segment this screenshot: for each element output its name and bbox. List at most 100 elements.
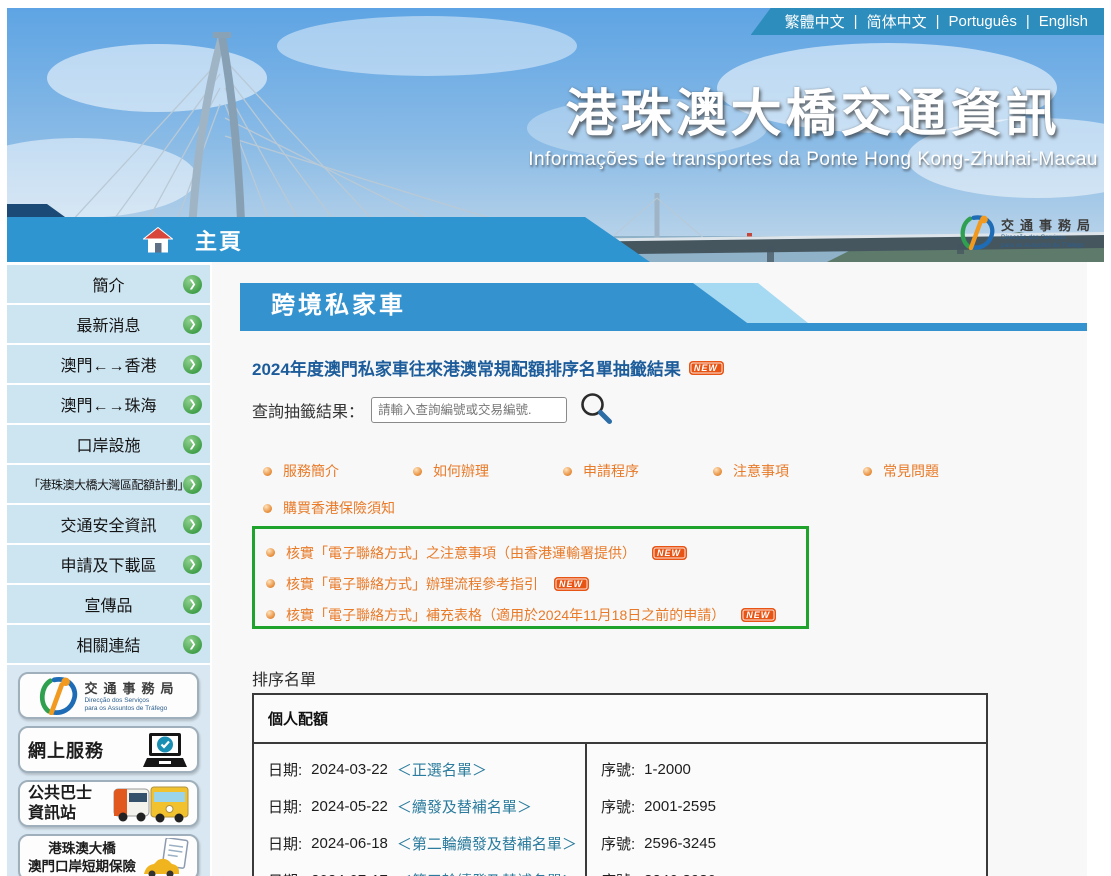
sidebar-item-label: 最新消息 [76,312,140,336]
sidebar-item-publicity[interactable]: 宣傳品❯ [7,585,210,623]
sidebar-item-applications[interactable]: 申請及下載區❯ [7,545,210,583]
list-link[interactable]: ＜第三輪續發及替補名單＞ [397,870,577,876]
search-icon [579,391,613,425]
search-input[interactable] [371,397,567,423]
lang-link-en[interactable]: English [1039,13,1088,30]
sidebar-item-label: 澳門←→香港 [60,352,156,376]
link-service-intro[interactable]: 服務簡介 [263,461,413,481]
link-faq[interactable]: 常見問題 [863,461,1013,481]
chevron-right-icon: ❯ [183,475,202,494]
list-link[interactable]: ＜正選名單＞ [397,759,487,780]
serial-label: 序號: [601,833,635,854]
site-title-cn: 港珠澳大橋交通資訊 [528,72,1098,146]
sidebar-cards: 交通事務局 Direcção dos Serviços para os Assu… [7,665,210,876]
sidebar-item-label: 澳門←→珠海 [60,392,156,416]
lang-link-zh-hans[interactable]: 简体中文 [867,11,927,32]
search-button[interactable] [579,391,613,428]
language-bar: 繁體中文 | 简体中文 | Português | English [751,8,1104,35]
link-label: 如何辦理 [433,461,489,481]
table-col-serials: 序號: 1-2000 序號: 2001-2595 序號: 2596-3245 序… [587,744,986,876]
sidebar-item-traffic-safety[interactable]: 交通安全資訊 ❯ [7,505,210,543]
table-row: 序號: 3246-3980 [601,862,986,876]
date-label: 日期: [268,759,302,780]
table-col-dates: 日期: 2024-03-22 ＜正選名單＞ 日期: 2024-05-22 ＜續發… [254,744,587,876]
serial-value: 2001-2595 [644,798,716,815]
bullet-icon [266,548,275,557]
table-row: 序號: 1-2000 [601,751,986,788]
serial-label: 序號: [601,870,635,876]
lang-link-zh-hant[interactable]: 繁體中文 [785,11,845,32]
card-online-services[interactable]: 網上服務 [18,726,199,773]
agency-name-pt2: para os Assuntos de Tráfego [1001,242,1096,250]
list-link[interactable]: ＜第二輪續發及替補名單＞ [397,833,577,854]
sidebar-item-label: 口岸設施 [76,432,140,456]
card-bus-info[interactable]: 公共巴士 資訊站 [18,780,199,827]
card-bridge-insurance[interactable]: 港珠澳大橋 澳門口岸短期保險 [18,834,199,876]
chevron-right-icon: ❯ [183,635,202,654]
bullet-icon [266,610,275,619]
header-banner: 繁體中文 | 简体中文 | Português | English 港珠澳大橋交… [7,8,1104,262]
date-value: 2024-07-17 [311,872,388,876]
chevron-right-icon: ❯ [183,555,202,574]
serial-value: 3246-3980 [644,872,716,876]
table-row: 日期: 2024-05-22 ＜續發及替補名單＞ [268,788,585,825]
chevron-right-icon: ❯ [183,395,202,414]
sidebar-item-links[interactable]: 相關連結❯ [7,625,210,663]
nav-home-label: 主頁 [195,224,243,256]
sidebar-item-label: 簡介 [92,272,124,296]
bullet-icon [563,467,572,476]
site-title: 港珠澳大橋交通資訊 Informações de transportes da … [528,72,1098,171]
link-hk-insurance-notice[interactable]: 購買香港保險須知 [263,498,395,518]
sidebar-item-intro[interactable]: 簡介 ❯ [7,265,210,303]
page-title-row: 2024年度澳門私家車往來港澳常規配額排序名單抽籤結果 NEW [252,355,724,380]
sidebar-item-gba-quota[interactable]: 「港珠澳大橋大灣區配額計劃」❯ [7,465,210,503]
link-procedure[interactable]: 申請程序 [563,461,713,481]
table-row: 日期: 2024-07-17 ＜第三輪續發及替補名單＞ [268,862,585,876]
bullet-icon [713,467,722,476]
lang-link-pt[interactable]: Português [949,13,1017,30]
section-banner: 跨境私家車 [240,283,1087,331]
sidebar-menu: 簡介❯ 最新消息❯ 澳門←→香港❯ 澳門←→珠海❯ 口岸設施❯ 「港珠澳大橋大灣… [7,262,210,663]
sidebar-item-news[interactable]: 最新消息❯ [7,305,210,343]
serial-value: 1-2000 [644,761,691,778]
link-label: 注意事項 [733,461,789,481]
chevron-right-icon: ❯ [183,275,202,294]
link-econtact-guide[interactable]: 核實「電子聯絡方式」辦理流程參考指引 NEW [266,568,806,599]
sidebar-item-port-facilities[interactable]: 口岸設施❯ [7,425,210,463]
sidebar-item-macau-hk[interactable]: 澳門←→香港 ❯ [7,345,210,383]
list-link[interactable]: ＜續發及替補名單＞ [397,796,532,817]
nav-home[interactable]: 主頁 [7,217,657,262]
link-notes[interactable]: 注意事項 [713,461,863,481]
lang-separator: | [854,13,858,30]
link-label: 核實「電子聯絡方式」辦理流程參考指引 [286,574,538,594]
card-dsat-logo[interactable]: 交通事務局 Direcção dos Serviços para os Assu… [18,672,199,719]
page-title: 2024年度澳門私家車往來港澳常規配額排序名單抽籤結果 [252,355,681,380]
link-how-to-apply[interactable]: 如何辦理 [413,461,563,481]
link-econtact-form[interactable]: 核實「電子聯絡方式」補充表格（適用於2024年11月18日之前的申請） NEW [266,599,806,630]
sidebar-item-label: 宣傳品 [84,592,132,616]
link-econtact-notes[interactable]: 核實「電子聯絡方式」之注意事項（由香港運輸署提供） NEW [266,537,806,568]
date-value: 2024-05-22 [311,798,388,815]
serial-value: 2596-3245 [644,835,716,852]
search-label: 查詢抽籤結果： [252,398,364,422]
date-label: 日期: [268,833,302,854]
ranking-heading: 排序名單 [252,666,316,690]
link-label: 常見問題 [883,461,939,481]
chevron-right-icon: ❯ [183,515,202,534]
link-label: 核實「電子聯絡方式」之注意事項（由香港運輸署提供） [286,543,636,563]
date-label: 日期: [268,870,302,876]
table-row: 日期: 2024-03-22 ＜正選名單＞ [268,751,585,788]
agency-logo: 交通事務局 Direcção dos Serviços para os Assu… [958,215,1096,250]
chevron-right-icon: ❯ [183,355,202,374]
sidebar-item-label: 交通安全資訊 [60,512,156,536]
link-label: 申請程序 [583,461,639,481]
buses-icon [113,784,189,824]
sidebar-item-macau-zhuhai[interactable]: 澳門←→珠海 ❯ [7,385,210,423]
link-label: 核實「電子聯絡方式」補充表格（適用於2024年11月18日之前的申請） [286,605,725,625]
ranking-table: 個人配額 日期: 2024-03-22 ＜正選名單＞ 日期: 2024-05-2… [252,693,988,876]
bullet-icon [263,467,272,476]
site-title-pt: Informações de transportes da Ponte Hong… [528,149,1098,171]
lang-separator: | [936,13,940,30]
link-label: 購買香港保險須知 [283,498,395,518]
sidebar-item-label: 「港珠澳大橋大灣區配額計劃」 [28,476,189,493]
